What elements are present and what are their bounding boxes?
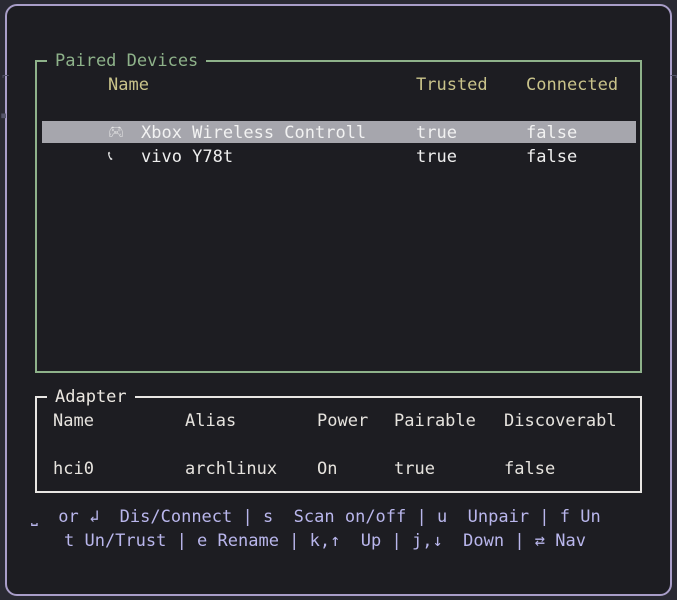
adapter-header-pairable: Pairable [394, 411, 476, 431]
adapter-name: hci0 [53, 459, 94, 479]
adapter-header-discoverable: Discoverabl [504, 411, 617, 431]
adapter-alias: archlinux [185, 459, 278, 479]
gamepad-icon: 🎮︎ [108, 125, 125, 140]
keybinding-help-line: t Un/Trust | e Rename | k,↑ Up | j,↓ Dow… [64, 531, 586, 551]
column-header-name: Name [108, 75, 149, 95]
phone-icon: 📞︎ [108, 149, 113, 164]
column-header-connected: Connected [526, 75, 619, 95]
adapter-header-name: Name [53, 411, 94, 431]
device-name[interactable]: vivo Y78t [141, 145, 233, 169]
device-trusted: true [416, 147, 457, 167]
paired-devices-title: Paired Devices [47, 49, 207, 73]
device-connected: false [526, 123, 578, 143]
adapter-power: On [317, 459, 338, 479]
background-window-edge-icon: ¬ [670, 69, 677, 83]
device-name[interactable]: Xbox Wireless Controll [141, 121, 366, 145]
column-header-trusted: Trusted [416, 75, 488, 95]
background-window-edge-icon: ⌐ [2, 69, 10, 83]
paired-devices-panel: Paired Devices [35, 49, 642, 373]
adapter-discoverable: false [504, 459, 556, 479]
device-trusted: true [416, 123, 457, 143]
adapter-header-alias: Alias [185, 411, 237, 431]
background-window-edge-icon: ▪ [0, 108, 8, 122]
adapter-header-power: Power [317, 411, 369, 431]
adapter-title: Adapter [47, 385, 135, 409]
adapter-pairable: true [394, 459, 435, 479]
keybinding-help-line: ⎵ or ↲ Dis/Connect | s Scan on/off | u U… [31, 507, 601, 527]
device-connected: false [526, 147, 578, 167]
